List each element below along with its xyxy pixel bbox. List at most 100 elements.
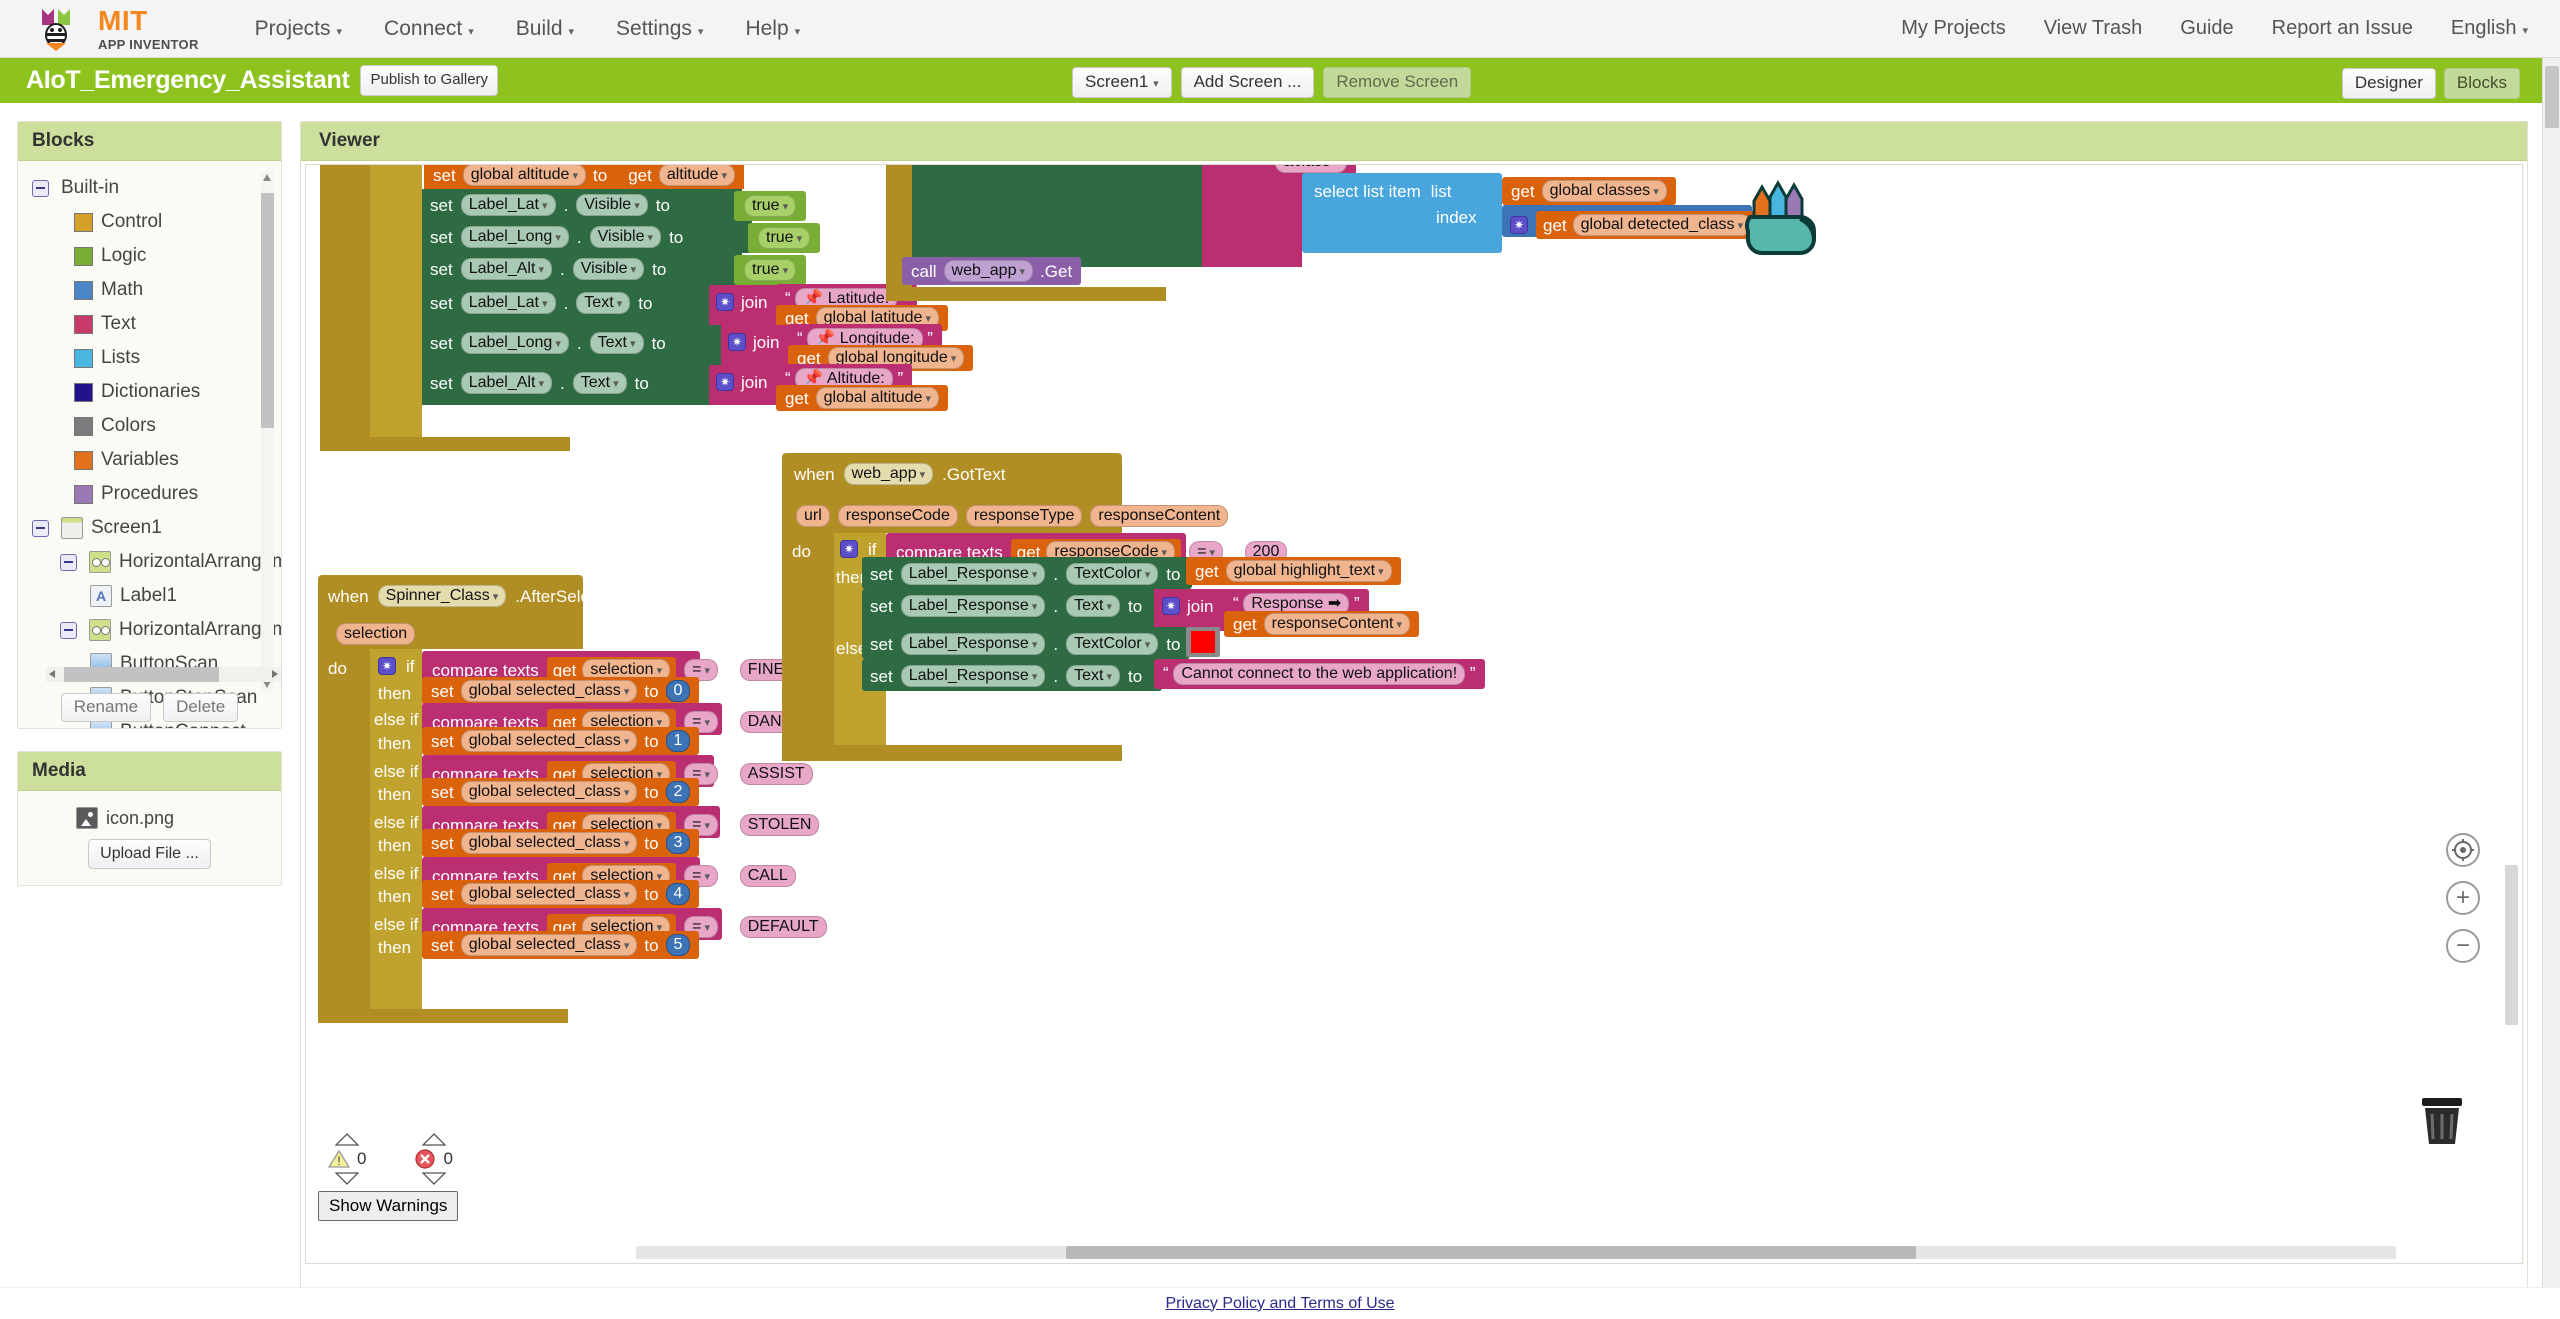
scroll-down-icon[interactable]: [422, 1172, 446, 1185]
block-set-label-lat-visible[interactable]: set Label_Lat . Visible to: [430, 194, 670, 216]
boolean-value-dropdown[interactable]: true: [744, 195, 796, 217]
property-dropdown[interactable]: Text: [576, 292, 630, 314]
mutator-gear-icon[interactable]: ✷: [1162, 597, 1180, 615]
component-dropdown[interactable]: Spinner_Class: [378, 585, 507, 607]
mutator-gear-icon[interactable]: ✷: [378, 657, 396, 675]
show-warnings-button[interactable]: Show Warnings: [318, 1191, 458, 1221]
palette-item-math[interactable]: Math: [18, 273, 281, 307]
event-parameter-responsecode[interactable]: responseCode: [838, 505, 958, 527]
property-dropdown[interactable]: Visible: [590, 226, 661, 248]
mutator-gear-icon[interactable]: ✷: [728, 333, 746, 351]
component-dropdown[interactable]: Label_Alt: [461, 372, 552, 394]
mutator-gear-icon[interactable]: ✷: [716, 293, 734, 311]
component-dropdown[interactable]: Label_Alt: [461, 258, 552, 280]
trash-can-button[interactable]: [2414, 1092, 2470, 1153]
block-set-selected-class-2[interactable]: set global selected_class to 1: [422, 727, 699, 755]
rename-button[interactable]: Rename: [61, 693, 151, 722]
palette-item-control[interactable]: Control: [18, 205, 281, 239]
collapse-icon[interactable]: [60, 622, 77, 639]
block-text-error-message[interactable]: “ Cannot connect to the web application!…: [1154, 659, 1485, 689]
variable-name-dropdown[interactable]: global selected_class: [461, 832, 638, 854]
scrollbar-thumb[interactable]: [261, 193, 274, 428]
link-view-trash[interactable]: View Trash: [2044, 17, 2143, 40]
block-select-list-item[interactable]: select list item list: [1314, 183, 1452, 200]
tree-node-label1[interactable]: A Label1: [18, 579, 281, 613]
block-join-response[interactable]: ✷ join: [1162, 597, 1213, 615]
number-value[interactable]: 0: [666, 680, 691, 702]
number-value[interactable]: 3: [666, 832, 691, 854]
block-set-global-altitude[interactable]: set global altitude to get altitude: [424, 164, 744, 189]
block-set-response-text-err[interactable]: set Label_Response . Text to: [870, 665, 1142, 687]
block-call-webapp-get[interactable]: call web_app .Get: [902, 257, 1081, 285]
mutator-gear-icon[interactable]: ✷: [716, 373, 734, 391]
publish-to-gallery-button[interactable]: Publish to Gallery: [360, 65, 498, 96]
scrollbar-thumb[interactable]: [2545, 66, 2559, 128]
block-set-response-text[interactable]: set Label_Response . Text to: [870, 595, 1142, 617]
scroll-up-icon[interactable]: [335, 1133, 359, 1146]
property-dropdown[interactable]: TextColor: [1066, 563, 1158, 585]
block-set-selected-class-3[interactable]: set global selected_class to 2: [422, 778, 699, 806]
block-if-header[interactable]: ✷ if: [378, 657, 415, 675]
block-topright-set-body[interactable]: [912, 164, 1202, 267]
property-dropdown[interactable]: Text: [573, 372, 627, 394]
palette-item-lists[interactable]: Lists: [18, 341, 281, 375]
text-value[interactable]: ASSIST: [740, 763, 813, 785]
block-get-global-detected-class[interactable]: get global detected_class: [1536, 211, 1758, 239]
menu-connect[interactable]: Connect ▾: [384, 17, 474, 41]
get-variable-dropdown[interactable]: global classes: [1542, 180, 1667, 202]
property-dropdown[interactable]: TextColor: [1066, 633, 1158, 655]
mutator-gear-icon[interactable]: ✷: [1510, 216, 1528, 234]
block-set-label-long-visible[interactable]: set Label_Long . Visible to: [430, 226, 683, 248]
remove-screen-button[interactable]: Remove Screen: [1323, 67, 1471, 98]
block-set-label-lat-text[interactable]: set Label_Lat . Text to: [430, 292, 652, 314]
number-value[interactable]: 1: [666, 730, 691, 752]
text-value[interactable]: &class=: [1275, 164, 1347, 173]
component-dropdown[interactable]: Label_Response: [901, 633, 1046, 655]
palette-item-colors[interactable]: Colors: [18, 409, 281, 443]
color-value-red[interactable]: [1191, 631, 1215, 653]
number-value[interactable]: 5: [666, 934, 691, 956]
delete-button[interactable]: Delete: [163, 693, 238, 722]
block-set-response-textcolor[interactable]: set Label_Response . TextColor to: [870, 563, 1180, 585]
menu-projects[interactable]: Projects ▾: [255, 17, 342, 41]
block-when-gottext-header[interactable]: when web_app .GotText: [794, 463, 1005, 485]
center-blocks-button[interactable]: [2446, 833, 2480, 867]
boolean-value-dropdown[interactable]: true: [744, 259, 796, 281]
get-variable-dropdown[interactable]: altitude: [659, 164, 735, 186]
page-vertical-scrollbar[interactable]: [2542, 58, 2560, 1319]
component-dropdown[interactable]: Label_Long: [461, 226, 569, 248]
collapse-icon[interactable]: [32, 520, 49, 537]
collapse-icon[interactable]: [60, 554, 77, 571]
link-report-issue[interactable]: Report an Issue: [2272, 17, 2413, 40]
block-control-wrapper-outer[interactable]: [320, 164, 370, 445]
property-dropdown[interactable]: Text: [1066, 595, 1120, 617]
block-when-spinner-header[interactable]: when Spinner_Class .AfterSelecting: [328, 585, 626, 607]
block-gottext-if-header[interactable]: ✷ if: [840, 540, 877, 558]
property-dropdown[interactable]: Visible: [576, 194, 647, 216]
text-value[interactable]: DEFAULT: [740, 916, 827, 938]
menu-build[interactable]: Build ▾: [516, 17, 574, 41]
component-dropdown[interactable]: Label_Response: [901, 665, 1046, 687]
palette-item-text[interactable]: Text: [18, 307, 281, 341]
number-value[interactable]: 2: [666, 781, 691, 803]
scroll-left-icon[interactable]: [49, 670, 55, 678]
scrollbar-thumb[interactable]: [64, 667, 219, 682]
block-get-global-altitude[interactable]: get global altitude: [776, 385, 948, 411]
menu-settings[interactable]: Settings ▾: [616, 17, 703, 41]
get-variable-dropdown[interactable]: global altitude: [816, 387, 939, 409]
add-screen-button[interactable]: Add Screen ...: [1181, 67, 1315, 98]
text-value[interactable]: CALL: [740, 865, 796, 887]
component-dropdown[interactable]: Label_Response: [901, 563, 1046, 585]
block-logic-true-3[interactable]: true: [734, 255, 806, 285]
block-set-label-alt-text[interactable]: set Label_Alt . Text to: [430, 372, 649, 394]
screen-selector-dropdown[interactable]: Screen1 ▾: [1072, 67, 1172, 98]
designer-tab-button[interactable]: Designer: [2342, 68, 2436, 99]
palette-item-variables[interactable]: Variables: [18, 443, 281, 477]
component-dropdown[interactable]: Label_Response: [901, 595, 1046, 617]
component-dropdown[interactable]: web_app: [844, 463, 934, 485]
backpack-icon[interactable]: [1736, 175, 1822, 260]
privacy-policy-link[interactable]: Privacy Policy and Terms of Use: [1165, 1295, 1394, 1313]
block-set-selected-class-4[interactable]: set global selected_class to 3: [422, 829, 699, 857]
block-logic-true-2[interactable]: true: [748, 223, 820, 253]
text-value[interactable]: Cannot connect to the web application!: [1173, 663, 1465, 685]
